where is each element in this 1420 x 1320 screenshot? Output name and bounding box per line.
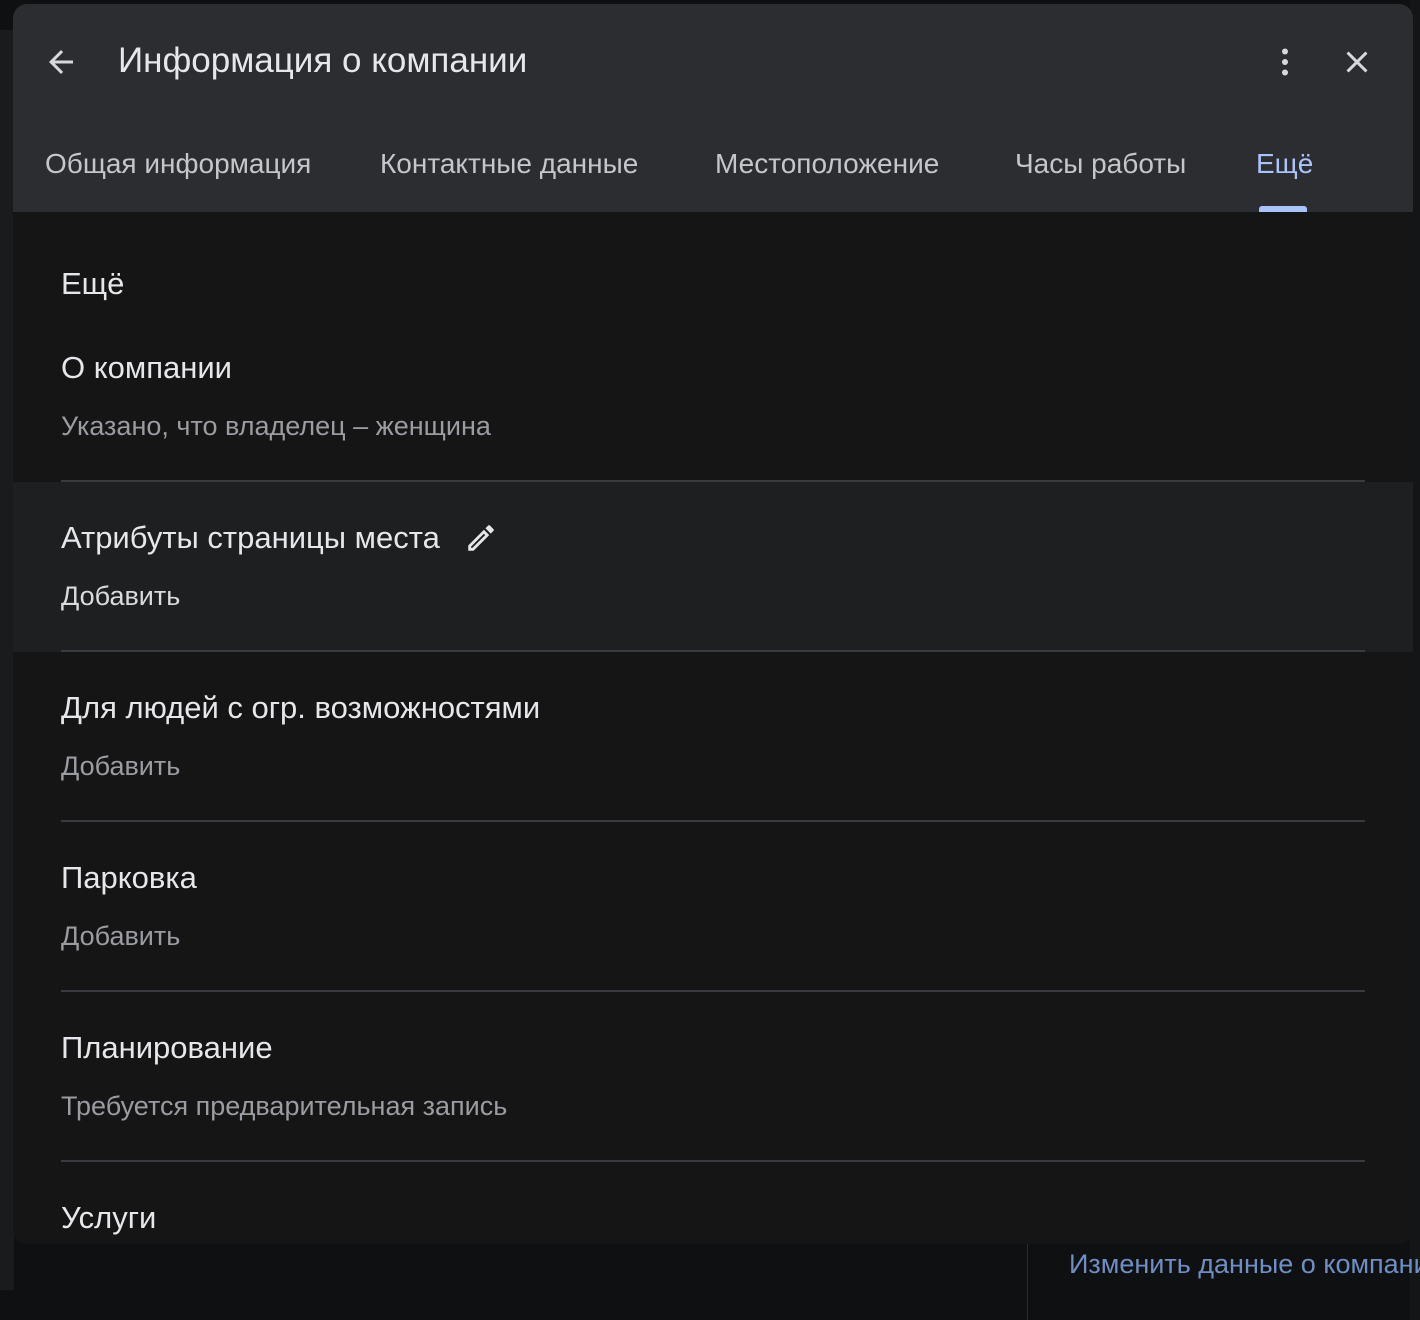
arrow-back-icon [49, 50, 73, 74]
row-services[interactable]: Услуги [13, 1162, 1413, 1244]
tab-general-info[interactable]: Общая информация [45, 144, 311, 184]
row-planning[interactable]: Планирование Требуется предварительная з… [13, 992, 1413, 1162]
close-icon [1346, 51, 1368, 73]
company-info-dialog: Информация о компании Общая информация К… [13, 4, 1413, 1244]
close-button[interactable] [1331, 36, 1383, 88]
row-title: Для людей с огр. возможностями [61, 690, 541, 725]
back-button[interactable] [35, 36, 87, 88]
pencil-icon [468, 525, 494, 551]
edit-button[interactable] [464, 521, 498, 555]
background-panel-left [0, 30, 14, 1290]
dialog-title: Информация о компании [118, 41, 528, 80]
row-subtitle: Добавить [61, 921, 181, 951]
row-subtitle: Добавить [61, 581, 181, 611]
row-title: Парковка [61, 860, 197, 895]
tab-working-hours[interactable]: Часы работы [1015, 144, 1186, 184]
more-options-button[interactable] [1259, 36, 1311, 88]
background-divider [1027, 1244, 1028, 1320]
row-about-company[interactable]: О компании Указано, что владелец – женщи… [13, 312, 1413, 482]
row-subtitle: Требуется предварительная запись [61, 1091, 508, 1121]
row-parking[interactable]: Парковка Добавить [13, 822, 1413, 992]
section-heading: Ещё [61, 266, 125, 301]
dialog-header: Информация о компании Общая информация К… [13, 4, 1413, 212]
background-edit-company-link[interactable]: Изменить данные о компании [1069, 1247, 1420, 1281]
row-subtitle: Указано, что владелец – женщина [61, 411, 491, 441]
row-title: О компании [61, 350, 232, 385]
dialog-content: Ещё О компании Указано, что владелец – ж… [13, 212, 1413, 1244]
row-title-wrapper: Атрибуты страницы места [61, 518, 498, 558]
row-title: Услуги [61, 1200, 157, 1235]
row-place-attributes[interactable]: Атрибуты страницы места Добавить [13, 482, 1413, 652]
row-accessibility[interactable]: Для людей с огр. возможностями Добавить [13, 652, 1413, 822]
tab-bar: Общая информация Контактные данные Место… [13, 124, 1413, 212]
row-title: Планирование [61, 1030, 273, 1065]
tab-contact-details[interactable]: Контактные данные [380, 144, 638, 184]
tab-location[interactable]: Местоположение [715, 144, 939, 184]
more-vertical-icon [1282, 48, 1288, 76]
row-title: Атрибуты страницы места [61, 520, 440, 555]
row-subtitle: Добавить [61, 751, 181, 781]
tab-more[interactable]: Ещё [1256, 144, 1313, 184]
